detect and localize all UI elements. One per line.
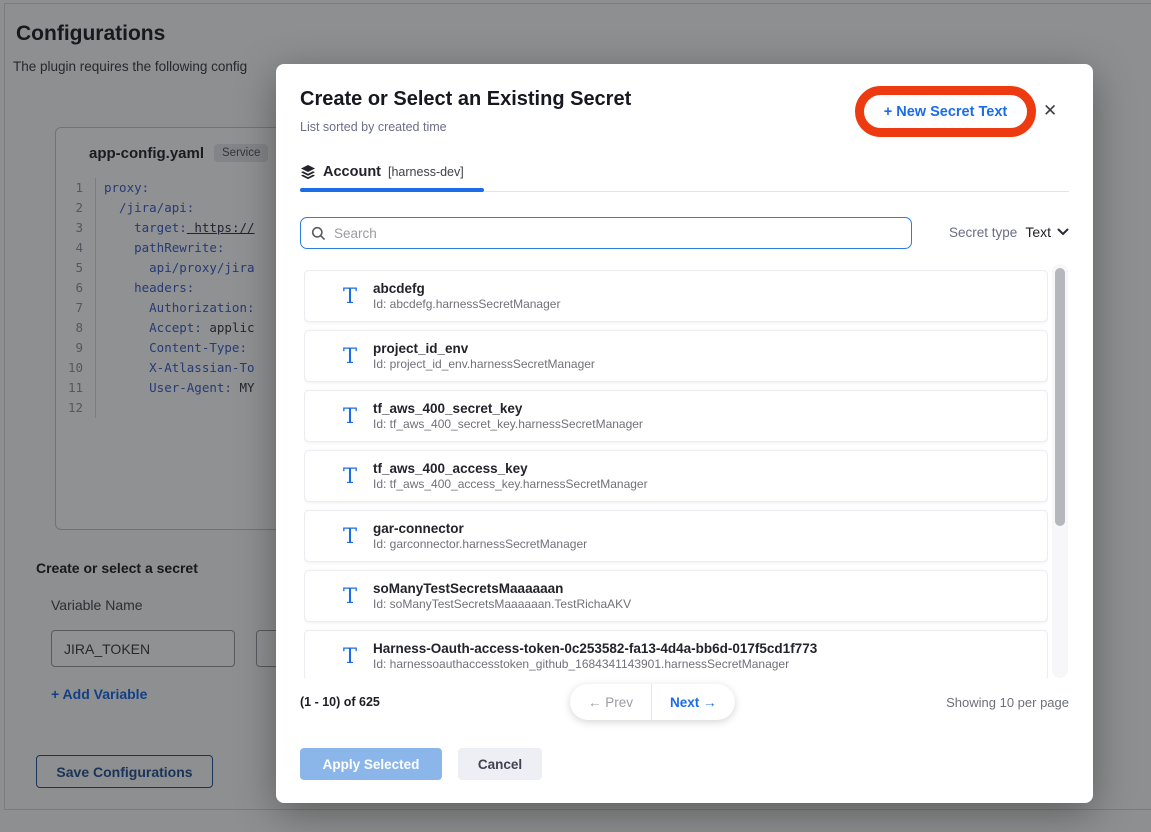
close-icon[interactable]: ✕ [1043,101,1057,121]
secret-name: Harness-Oauth-access-token-0c253582-fa13… [373,640,817,657]
secret-list: T abcdefg Id: abcdefg.harnessSecretManag… [304,270,1048,678]
secret-type-value: Text [1025,224,1051,240]
secret-name: abcdefg [373,280,560,297]
text-secret-icon: T [343,584,373,608]
select-secret-modal: Create or Select an Existing Secret List… [276,64,1093,803]
secret-list-item[interactable]: T abcdefg Id: abcdefg.harnessSecretManag… [304,270,1048,322]
modal-title: Create or Select an Existing Secret [300,88,631,111]
text-secret-icon: T [343,524,373,548]
secret-list-item[interactable]: T tf_aws_400_secret_key Id: tf_aws_400_s… [304,390,1048,442]
secret-name: tf_aws_400_secret_key [373,400,643,417]
tab-account-label: Account [323,164,381,180]
search-box [300,217,912,249]
secret-name: gar-connector [373,520,587,537]
secret-id: Id: garconnector.harnessSecretManager [373,537,587,552]
next-page-button[interactable]: Next → [652,684,735,720]
modal-subtitle: List sorted by created time [300,120,447,134]
secret-list-item[interactable]: T soManyTestSecretsMaaaaaan Id: soManyTe… [304,570,1048,622]
secret-id: Id: tf_aws_400_access_key.harnessSecretM… [373,477,648,492]
pagination-range: (1 - 10) of 625 [300,695,380,709]
prev-page-button[interactable]: ← Prev [570,684,651,720]
search-icon [311,226,326,241]
tab-active-indicator [300,188,484,192]
tab-account[interactable]: Account [harness-dev] [300,164,464,180]
apply-selected-button[interactable]: Apply Selected [300,748,442,780]
secret-type-select[interactable]: Text [1025,224,1069,240]
list-scrollbar-thumb[interactable] [1055,268,1065,526]
secret-type-filter: Secret type Text [949,224,1069,240]
text-secret-icon: T [343,644,373,668]
secret-id: Id: tf_aws_400_secret_key.harnessSecretM… [373,417,643,432]
search-input[interactable] [334,226,901,241]
per-page-label: Showing 10 per page [946,695,1069,710]
text-secret-icon: T [343,344,373,368]
annotation-highlight-ring: + New Secret Text [855,86,1036,137]
pagination-controls: ← Prev Next → [570,684,735,720]
new-secret-text-button[interactable]: + New Secret Text [884,104,1007,120]
secret-id: Id: harnessoauthaccesstoken_github_16843… [373,657,817,672]
secret-name: soManyTestSecretsMaaaaaan [373,580,631,597]
secret-list-item[interactable]: T tf_aws_400_access_key Id: tf_aws_400_a… [304,450,1048,502]
secret-name: project_id_env [373,340,595,357]
secret-list-item[interactable]: T Harness-Oauth-access-token-0c253582-fa… [304,630,1048,678]
tab-account-scope: [harness-dev] [388,165,464,179]
secret-id: Id: project_id_env.harnessSecretManager [373,357,595,372]
secret-id: Id: abcdefg.harnessSecretManager [373,297,560,312]
secret-list-item[interactable]: T gar-connector Id: garconnector.harness… [304,510,1048,562]
secret-type-label: Secret type [949,225,1017,240]
cancel-button[interactable]: Cancel [458,748,542,780]
chevron-down-icon [1057,228,1069,236]
secret-id: Id: soManyTestSecretsMaaaaaan.TestRichaA… [373,597,631,612]
text-secret-icon: T [343,464,373,488]
text-secret-icon: T [343,404,373,428]
text-secret-icon: T [343,284,373,308]
secret-list-item[interactable]: T project_id_env Id: project_id_env.harn… [304,330,1048,382]
screen: Configurations The plugin requires the f… [0,0,1151,832]
secret-name: tf_aws_400_access_key [373,460,648,477]
layers-icon [300,164,316,180]
